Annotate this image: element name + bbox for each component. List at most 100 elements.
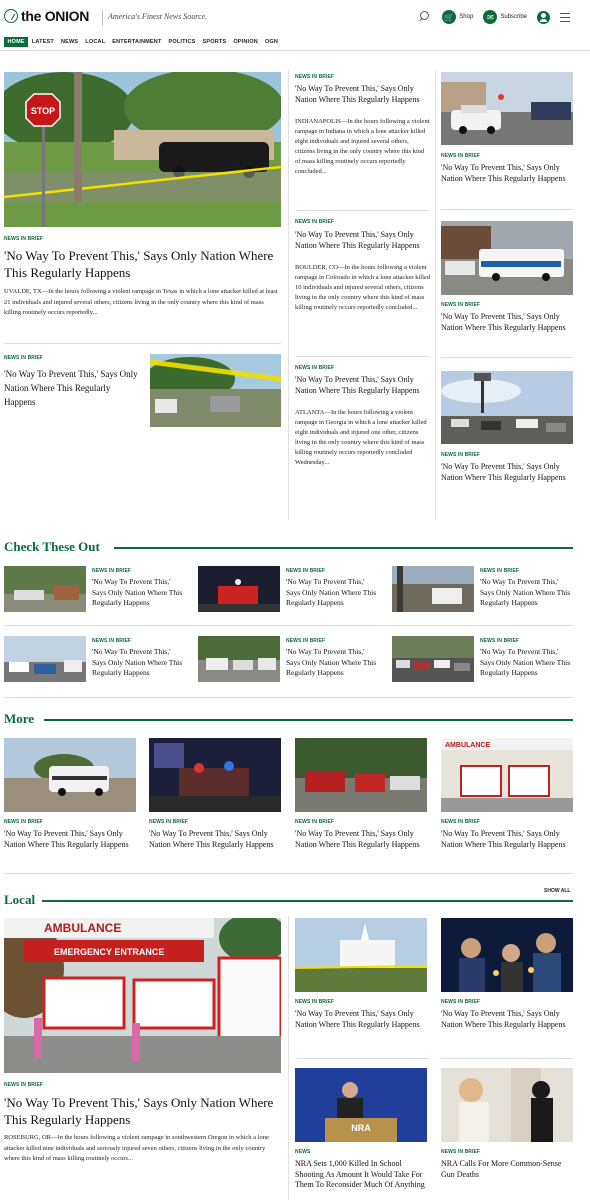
scene-thumbnail [4,566,86,612]
story-headline[interactable]: 'No Way To Prevent This,' Says Only Nati… [441,163,573,184]
story-headline[interactable]: 'No Way To Prevent This,' Says Only Nati… [295,84,430,105]
lead-story-image[interactable]: STOP [4,72,281,227]
story-kicker: NEWS IN BRIEF [295,219,335,225]
story-kicker: NEWS IN BRIEF [295,74,335,80]
local-headline[interactable]: 'No Way To Prevent This,' Says Only Nati… [441,1009,573,1030]
nav-news[interactable]: NEWS [58,37,82,47]
column-divider [288,916,289,1200]
section-rule [114,547,573,549]
more-headline[interactable]: 'No Way To Prevent This,' Says Only Nati… [295,829,427,850]
more-image[interactable]: AMBULANCE [441,738,573,812]
card-image[interactable] [392,566,474,612]
local-lead-headline[interactable]: 'No Way To Prevent This,' Says Only Nati… [4,1094,274,1128]
story-image[interactable] [441,221,573,295]
story-image[interactable] [150,354,281,427]
story-image[interactable] [441,72,573,145]
shop-button[interactable]: 🛒 Shop [442,10,473,24]
scene-thumbnail [198,636,280,682]
card-image[interactable] [4,636,86,682]
section-rule [42,900,573,902]
nra-podium-text: NRA [351,1123,371,1133]
card-image[interactable] [198,566,280,612]
nav-politics[interactable]: POLITICS [165,37,199,47]
local-lead-kicker: NEWS IN BRIEF [4,1082,44,1088]
search-icon[interactable] [418,10,432,24]
local-lead-image[interactable]: AMBULANCE EMERGENCY ENTRANCE [4,918,281,1073]
story-body: BOULDER, CO—In the hours following a vio… [295,264,431,311]
menu-icon[interactable] [560,12,570,22]
church-scene [295,918,427,992]
gun-deaths-image[interactable] [441,1068,573,1142]
more-kicker: NEWS IN BRIEF [149,819,189,825]
nra-podium-scene: NRA [295,1068,427,1142]
card-kicker: NEWS IN BRIEF [286,638,326,644]
story-image[interactable] [441,371,573,444]
story-kicker: NEWS IN BRIEF [441,452,481,458]
subscribe-button[interactable]: ✉ Subscribe [483,10,527,24]
local-image[interactable] [441,918,573,992]
story-kicker: NEWS IN BRIEF [4,355,44,361]
scene-thumbnail [198,566,280,612]
divider [4,625,573,626]
story-headline[interactable]: 'No Way To Prevent This,' Says Only Nati… [4,367,144,409]
card-image[interactable] [4,566,86,612]
tagline: America's Finest News Source. [108,12,208,21]
lead-headline[interactable]: 'No Way To Prevent This,' Says Only Nati… [4,247,279,281]
more-image[interactable] [149,738,281,812]
card-headline[interactable]: 'No Way To Prevent This,' Says Only Nati… [92,647,184,679]
divider [441,209,573,210]
story-headline[interactable]: 'No Way To Prevent This,' Says Only Nati… [441,462,573,483]
fire-trucks-scene [295,738,427,812]
scene-thumbnail [392,566,474,612]
local-image[interactable] [295,918,427,992]
story-headline[interactable]: 'No Way To Prevent This,' Says Only Nati… [441,312,573,333]
divider [295,356,429,357]
card-headline[interactable]: 'No Way To Prevent This,' Says Only Nati… [286,647,378,679]
more-headline[interactable]: 'No Way To Prevent This,' Says Only Nati… [4,829,136,850]
user-icon[interactable] [537,10,550,24]
more-image[interactable] [4,738,136,812]
stop-sign-scene: STOP [4,72,281,227]
divider [295,210,429,211]
column-divider [435,70,436,520]
nav-latest[interactable]: LATEST [28,37,57,47]
emergency-sign-text: EMERGENCY ENTRANCE [54,947,164,957]
card-headline[interactable]: 'No Way To Prevent This,' Says Only Nati… [480,577,573,609]
nav-entertainment[interactable]: ENTERTAINMENT [109,37,165,47]
card-image[interactable] [198,636,280,682]
scene-thumbnail [392,636,474,682]
divider [4,343,281,344]
gun-headline[interactable]: NRA Calls For More Common-Sense Gun Deat… [441,1159,573,1180]
header-divider [0,50,590,51]
site-logo[interactable]: the ONION [4,8,89,24]
gun-kicker: NEWS IN BRIEF [441,1149,481,1155]
card-headline[interactable]: 'No Way To Prevent This,' Says Only Nati… [92,577,184,609]
story-headline[interactable]: 'No Way To Prevent This,' Says Only Nati… [295,375,430,396]
card-image[interactable] [392,636,474,682]
van-scene [441,221,573,295]
more-headline[interactable]: 'No Way To Prevent This,' Says Only Nati… [441,829,573,850]
section-title-more: More [4,711,35,726]
nra-headline[interactable]: NRA Sets 1,000 Killed In School Shooting… [295,1159,427,1191]
sheriff-car-scene [4,738,136,812]
ambulance-sign-thumb: AMBULANCE [445,742,490,749]
nav-sports[interactable]: SPORTS [199,37,230,47]
story-headline[interactable]: 'No Way To Prevent This,' Says Only Nati… [295,230,430,251]
nra-image[interactable]: NRA [295,1068,427,1142]
onion-logo-icon [4,9,18,23]
nav-opinion[interactable]: OPINION [230,37,262,47]
card-kicker: NEWS IN BRIEF [92,568,132,574]
more-image[interactable] [295,738,427,812]
story-kicker: NEWS IN BRIEF [295,365,335,371]
nav-home[interactable]: HOME [4,37,29,47]
site-header: the ONION America's Finest News Source. … [0,0,590,50]
more-headline[interactable]: 'No Way To Prevent This,' Says Only Nati… [149,829,281,850]
story-body: ATLANTA—In the hours following a violent… [295,409,427,466]
card-headline[interactable]: 'No Way To Prevent This,' Says Only Nati… [286,577,378,609]
local-headline[interactable]: 'No Way To Prevent This,' Says Only Nati… [295,1009,427,1030]
police-car-scene [441,72,573,145]
show-all-link[interactable]: SHOW ALL [544,888,570,894]
nav-ogn[interactable]: OGN [261,37,281,47]
card-headline[interactable]: 'No Way To Prevent This,' Says Only Nati… [480,647,573,679]
nav-local[interactable]: LOCAL [82,37,109,47]
